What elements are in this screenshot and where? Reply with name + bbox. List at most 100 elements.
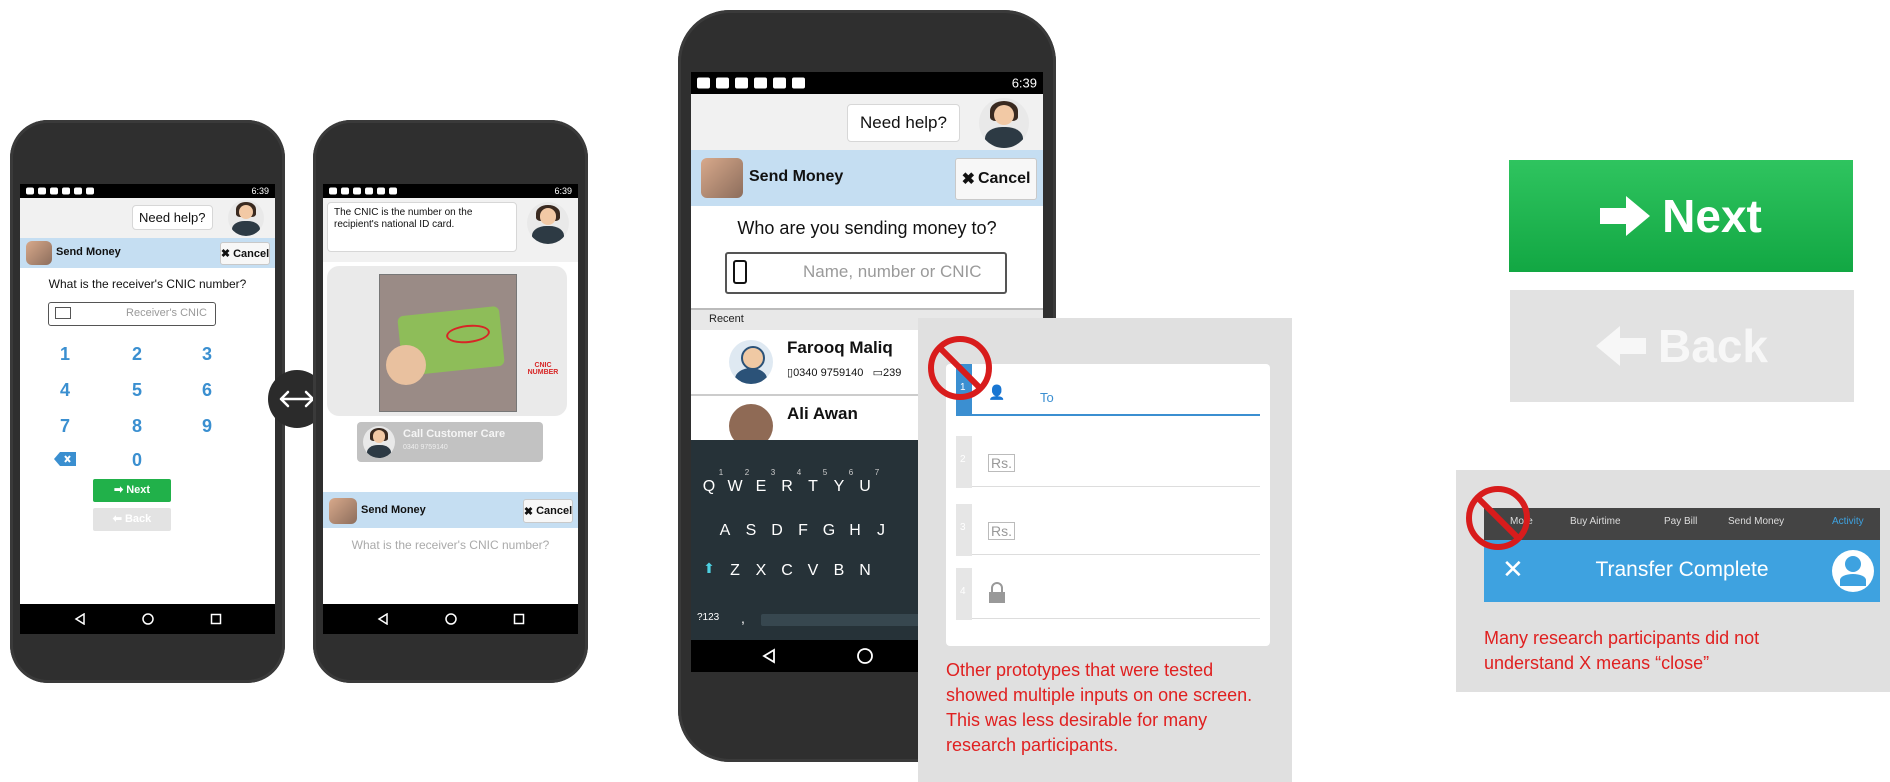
tab-send-money[interactable]: Send Money [1728, 516, 1784, 527]
key-0[interactable]: 0 [117, 450, 157, 471]
nav-home-icon[interactable] [142, 613, 155, 626]
send-money-title: Send Money [56, 246, 121, 258]
key-5[interactable]: 5 [117, 380, 157, 401]
backspace-icon[interactable] [45, 450, 85, 471]
step-4-row: 4 [956, 568, 1260, 620]
nav-back-icon[interactable] [761, 648, 777, 664]
status-time: 6:39 [554, 186, 572, 196]
kb-key-g[interactable]: G [819, 522, 839, 540]
kb-num-3: 3 [770, 468, 776, 477]
kb-num-4: 4 [796, 468, 802, 477]
cancel-button[interactable]: ✖ Cancel [955, 158, 1037, 200]
shift-icon[interactable]: ⬆ [699, 560, 719, 577]
agent-avatar-icon[interactable] [979, 98, 1029, 148]
key-7[interactable]: 7 [45, 416, 85, 437]
tab-activity[interactable]: Activity [1832, 516, 1864, 527]
phone-2-screen: 6:39 The CNIC is the number on the recip… [323, 184, 578, 634]
profile-icon[interactable] [1832, 550, 1874, 592]
kb-key-y[interactable]: Y [829, 478, 849, 496]
cancel-button[interactable]: ✖ Cancel [523, 499, 573, 523]
key-8[interactable]: 8 [117, 416, 157, 437]
lock-icon [989, 582, 1005, 603]
currency-input[interactable]: Rs. [988, 522, 1015, 540]
phone-2: 6:39 The CNIC is the number on the recip… [313, 120, 588, 683]
kb-key-t[interactable]: T [803, 478, 823, 496]
kb-key-r[interactable]: R [777, 478, 797, 496]
phone-1: 6:39 Need help? Send Money ✖ Cancel What … [10, 120, 285, 683]
key-4[interactable]: 4 [45, 380, 85, 401]
nav-back-icon[interactable] [377, 613, 389, 625]
symbols-key[interactable]: ?123 [697, 612, 719, 623]
cnic-input[interactable]: Receiver's CNIC [48, 302, 216, 326]
kb-key-n[interactable]: N [855, 562, 875, 580]
call-customer-care-button[interactable]: Call Customer Care 0340 9759140 [357, 422, 543, 462]
recipient-search-input[interactable]: Name, number or CNIC [725, 252, 1007, 294]
kb-key-e[interactable]: E [751, 478, 771, 496]
status-time: 6:39 [1011, 75, 1037, 91]
question-text: Who are you sending money to? [737, 218, 997, 238]
kb-key-b[interactable]: B [829, 562, 849, 580]
send-money-title: Send Money [749, 168, 844, 185]
kb-key-z[interactable]: Z [725, 562, 745, 580]
back-button-large[interactable]: Back [1510, 290, 1854, 402]
kb-key-x[interactable]: X [751, 562, 771, 580]
kb-num-6: 6 [848, 468, 854, 477]
kb-key-s[interactable]: S [741, 522, 761, 540]
send-money-icon [701, 158, 743, 198]
key-2[interactable]: 2 [117, 344, 157, 365]
kb-key-d[interactable]: D [767, 522, 787, 540]
send-money-header: Send Money ✖ Cancel [323, 492, 578, 528]
key-9[interactable]: 9 [187, 416, 227, 437]
cancel-button[interactable]: ✖ Cancel [220, 242, 270, 265]
nav-recents-icon[interactable] [210, 613, 222, 625]
step-1-row: 1 👤 To [956, 364, 1260, 416]
kb-num-7: 7 [874, 468, 880, 477]
kb-key-a[interactable]: A [715, 522, 735, 540]
key-3[interactable]: 3 [187, 344, 227, 365]
need-help-bubble[interactable]: Need help? [132, 205, 213, 230]
step-number: 4 [960, 586, 966, 597]
kb-key-v[interactable]: V [803, 562, 823, 580]
send-money-header: Send Money ✖ Cancel [691, 150, 1043, 206]
tab-buy-airtime[interactable]: Buy Airtime [1570, 516, 1621, 527]
key-1[interactable]: 1 [45, 344, 85, 365]
send-money-header: Send Money ✖ Cancel [20, 238, 275, 268]
comma-key[interactable]: , [741, 610, 745, 626]
kb-key-j[interactable]: J [871, 522, 891, 540]
key-6[interactable]: 6 [187, 380, 227, 401]
contact-name: Ali Awan [787, 404, 858, 423]
cnic-illustration: CNIC NUMBER [327, 266, 567, 416]
contact-phone: ▯0340 9759140 ▭239 [787, 367, 902, 379]
android-nav-bar [323, 604, 578, 634]
need-help-bubble[interactable]: Need help? [847, 104, 960, 142]
arrow-right-icon [1600, 196, 1651, 236]
back-button[interactable]: ⬅ Back [93, 508, 171, 531]
send-money-title: Send Money [361, 504, 426, 516]
kb-key-f[interactable]: F [793, 522, 813, 540]
agent-avatar-icon [363, 426, 395, 458]
status-bar: 6:39 [323, 184, 578, 198]
agent-avatar-icon[interactable] [228, 200, 264, 236]
close-icon: ✖ [220, 248, 231, 260]
nav-recents-icon[interactable] [513, 613, 525, 625]
currency-input[interactable]: Rs. [988, 454, 1015, 472]
help-bar: Need help? [691, 94, 1043, 150]
tab-pay-bill[interactable]: Pay Bill [1664, 516, 1697, 527]
help-bar: The CNIC is the number on the recipient'… [323, 198, 578, 262]
nav-home-icon[interactable] [445, 613, 458, 626]
nav-back-icon[interactable] [74, 613, 86, 625]
help-bar: Need help? [20, 198, 275, 238]
kb-key-q[interactable]: Q [699, 478, 719, 496]
kb-key-w[interactable]: W [725, 478, 745, 496]
status-bar: 6:39 [20, 184, 275, 198]
agent-avatar-icon[interactable] [527, 202, 569, 244]
next-button[interactable]: ➡ Next [93, 479, 171, 502]
kb-key-h[interactable]: H [845, 522, 865, 540]
help-text-bubble: The CNIC is the number on the recipient'… [327, 202, 517, 252]
kb-key-c[interactable]: C [777, 562, 797, 580]
phone-icon [733, 260, 747, 284]
kb-key-u[interactable]: U [855, 478, 875, 496]
next-button-large[interactable]: Next [1509, 160, 1853, 272]
arrow-right-icon: ➡ [113, 484, 124, 496]
nav-home-icon[interactable] [856, 647, 874, 665]
